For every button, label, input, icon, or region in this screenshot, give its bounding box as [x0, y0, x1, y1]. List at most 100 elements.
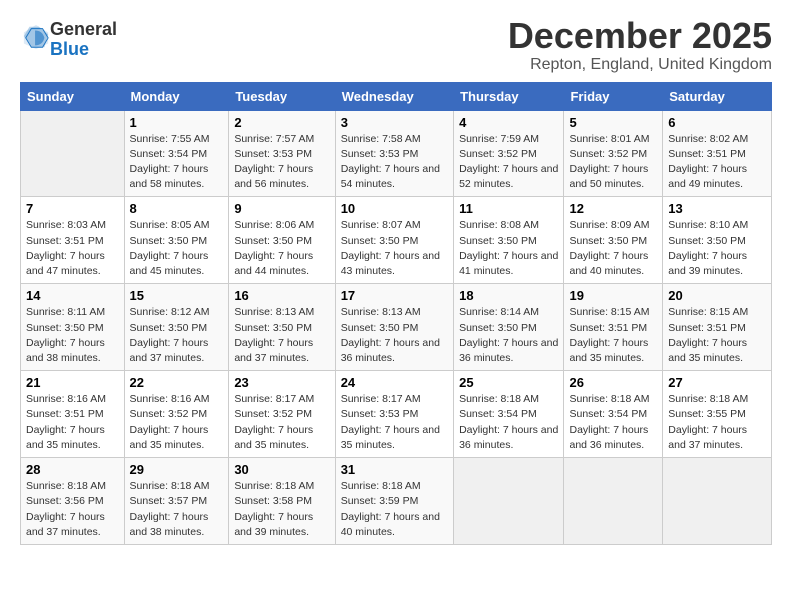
day-number: 22 [130, 375, 224, 390]
cell-content: Sunrise: 8:09 AM Sunset: 3:50 PM Dayligh… [569, 218, 657, 279]
day-number: 8 [130, 201, 224, 216]
logo: General Blue [20, 20, 117, 60]
calendar-cell: 23 Sunrise: 8:17 AM Sunset: 3:52 PM Dayli… [229, 371, 335, 458]
cell-content: Sunrise: 8:08 AM Sunset: 3:50 PM Dayligh… [459, 218, 558, 279]
day-number: 14 [26, 288, 119, 303]
calendar-cell: 3 Sunrise: 7:58 AM Sunset: 3:53 PM Daylig… [335, 110, 453, 197]
day-header: Friday [564, 82, 663, 110]
main-title: December 2025 [508, 16, 772, 56]
calendar-table: SundayMondayTuesdayWednesdayThursdayFrid… [20, 82, 772, 545]
calendar-cell: 17 Sunrise: 8:13 AM Sunset: 3:50 PM Dayli… [335, 284, 453, 371]
calendar-cell: 24 Sunrise: 8:17 AM Sunset: 3:53 PM Dayli… [335, 371, 453, 458]
title-area: December 2025 Repton, England, United Ki… [508, 16, 772, 74]
subtitle: Repton, England, United Kingdom [508, 56, 772, 74]
day-number: 5 [569, 115, 657, 130]
cell-content: Sunrise: 7:57 AM Sunset: 3:53 PM Dayligh… [234, 132, 329, 193]
cell-content: Sunrise: 8:14 AM Sunset: 3:50 PM Dayligh… [459, 305, 558, 366]
calendar-cell: 13 Sunrise: 8:10 AM Sunset: 3:50 PM Dayli… [663, 197, 772, 284]
day-number: 27 [668, 375, 766, 390]
day-number: 31 [341, 462, 448, 477]
cell-content: Sunrise: 8:16 AM Sunset: 3:52 PM Dayligh… [130, 392, 224, 453]
day-number: 20 [668, 288, 766, 303]
calendar-cell: 4 Sunrise: 7:59 AM Sunset: 3:52 PM Daylig… [454, 110, 564, 197]
cell-content: Sunrise: 8:05 AM Sunset: 3:50 PM Dayligh… [130, 218, 224, 279]
calendar-cell: 10 Sunrise: 8:07 AM Sunset: 3:50 PM Dayli… [335, 197, 453, 284]
cell-content: Sunrise: 8:15 AM Sunset: 3:51 PM Dayligh… [668, 305, 766, 366]
cell-content: Sunrise: 8:18 AM Sunset: 3:57 PM Dayligh… [130, 479, 224, 540]
calendar-cell: 15Sunrise: 8:12 AM Sunset: 3:50 PM Dayli… [124, 284, 229, 371]
calendar-cell: 27 Sunrise: 8:18 AM Sunset: 3:55 PM Dayli… [663, 371, 772, 458]
cell-content: Sunrise: 8:18 AM Sunset: 3:56 PM Dayligh… [26, 479, 119, 540]
cell-content: Sunrise: 8:18 AM Sunset: 3:54 PM Dayligh… [459, 392, 558, 453]
cell-content: Sunrise: 8:18 AM Sunset: 3:54 PM Dayligh… [569, 392, 657, 453]
calendar-cell: 5 Sunrise: 8:01 AM Sunset: 3:52 PM Daylig… [564, 110, 663, 197]
calendar-cell [564, 458, 663, 545]
cell-content: Sunrise: 8:18 AM Sunset: 3:55 PM Dayligh… [668, 392, 766, 453]
day-number: 28 [26, 462, 119, 477]
calendar-cell: 29 Sunrise: 8:18 AM Sunset: 3:57 PM Dayli… [124, 458, 229, 545]
calendar-cell: 20 Sunrise: 8:15 AM Sunset: 3:51 PM Dayli… [663, 284, 772, 371]
cell-content: Sunrise: 8:07 AM Sunset: 3:50 PM Dayligh… [341, 218, 448, 279]
cell-content: Sunrise: 8:01 AM Sunset: 3:52 PM Dayligh… [569, 132, 657, 193]
calendar-cell: 16Sunrise: 8:13 AM Sunset: 3:50 PM Dayli… [229, 284, 335, 371]
day-number: 30 [234, 462, 329, 477]
cell-content: Sunrise: 8:13 AM Sunset: 3:50 PM Dayligh… [341, 305, 448, 366]
day-header: Thursday [454, 82, 564, 110]
logo-general-text: General [50, 19, 117, 39]
calendar-cell: 18Sunrise: 8:14 AM Sunset: 3:50 PM Dayli… [454, 284, 564, 371]
calendar-cell: 11 Sunrise: 8:08 AM Sunset: 3:50 PM Dayli… [454, 197, 564, 284]
day-header: Monday [124, 82, 229, 110]
day-header: Saturday [663, 82, 772, 110]
cell-content: Sunrise: 8:13 AM Sunset: 3:50 PM Dayligh… [234, 305, 329, 366]
cell-content: Sunrise: 8:18 AM Sunset: 3:58 PM Dayligh… [234, 479, 329, 540]
calendar-cell: 21Sunrise: 8:16 AM Sunset: 3:51 PM Dayli… [21, 371, 125, 458]
day-number: 17 [341, 288, 448, 303]
day-number: 12 [569, 201, 657, 216]
day-number: 9 [234, 201, 329, 216]
day-number: 3 [341, 115, 448, 130]
calendar-cell: 2 Sunrise: 7:57 AM Sunset: 3:53 PM Daylig… [229, 110, 335, 197]
day-number: 11 [459, 201, 558, 216]
calendar-cell: 7 Sunrise: 8:03 AM Sunset: 3:51 PM Daylig… [21, 197, 125, 284]
cell-content: Sunrise: 8:15 AM Sunset: 3:51 PM Dayligh… [569, 305, 657, 366]
header: General Blue December 2025 Repton, Engla… [20, 16, 772, 74]
calendar-cell: 30 Sunrise: 8:18 AM Sunset: 3:58 PM Dayli… [229, 458, 335, 545]
day-number: 24 [341, 375, 448, 390]
calendar-week-row: 28 Sunrise: 8:18 AM Sunset: 3:56 PM Dayli… [21, 458, 772, 545]
calendar-cell: 8 Sunrise: 8:05 AM Sunset: 3:50 PM Daylig… [124, 197, 229, 284]
day-number: 25 [459, 375, 558, 390]
day-number: 13 [668, 201, 766, 216]
calendar-cell: 12 Sunrise: 8:09 AM Sunset: 3:50 PM Dayli… [564, 197, 663, 284]
calendar-cell [663, 458, 772, 545]
cell-content: Sunrise: 8:02 AM Sunset: 3:51 PM Dayligh… [668, 132, 766, 193]
calendar-cell [454, 458, 564, 545]
cell-content: Sunrise: 8:18 AM Sunset: 3:59 PM Dayligh… [341, 479, 448, 540]
day-number: 2 [234, 115, 329, 130]
day-number: 29 [130, 462, 224, 477]
day-number: 7 [26, 201, 119, 216]
cell-content: Sunrise: 8:10 AM Sunset: 3:50 PM Dayligh… [668, 218, 766, 279]
day-header: Tuesday [229, 82, 335, 110]
day-header: Sunday [21, 82, 125, 110]
day-number: 4 [459, 115, 558, 130]
cell-content: Sunrise: 8:03 AM Sunset: 3:51 PM Dayligh… [26, 218, 119, 279]
cell-content: Sunrise: 8:17 AM Sunset: 3:53 PM Dayligh… [341, 392, 448, 453]
calendar-cell: 1Sunrise: 7:55 AM Sunset: 3:54 PM Daylig… [124, 110, 229, 197]
day-number: 19 [569, 288, 657, 303]
day-header: Wednesday [335, 82, 453, 110]
calendar-cell: 25 Sunrise: 8:18 AM Sunset: 3:54 PM Dayli… [454, 371, 564, 458]
calendar-week-row: 7 Sunrise: 8:03 AM Sunset: 3:51 PM Daylig… [21, 197, 772, 284]
logo-blue-text: Blue [50, 39, 89, 59]
day-number: 10 [341, 201, 448, 216]
cell-content: Sunrise: 8:06 AM Sunset: 3:50 PM Dayligh… [234, 218, 329, 279]
day-number: 6 [668, 115, 766, 130]
day-number: 26 [569, 375, 657, 390]
calendar-cell: 22 Sunrise: 8:16 AM Sunset: 3:52 PM Dayli… [124, 371, 229, 458]
cell-content: Sunrise: 7:59 AM Sunset: 3:52 PM Dayligh… [459, 132, 558, 193]
cell-content: Sunrise: 7:58 AM Sunset: 3:53 PM Dayligh… [341, 132, 448, 193]
cell-content: Sunrise: 8:17 AM Sunset: 3:52 PM Dayligh… [234, 392, 329, 453]
logo-icon [22, 23, 50, 51]
day-number: 15 [130, 288, 224, 303]
day-number: 23 [234, 375, 329, 390]
day-number: 21 [26, 375, 119, 390]
